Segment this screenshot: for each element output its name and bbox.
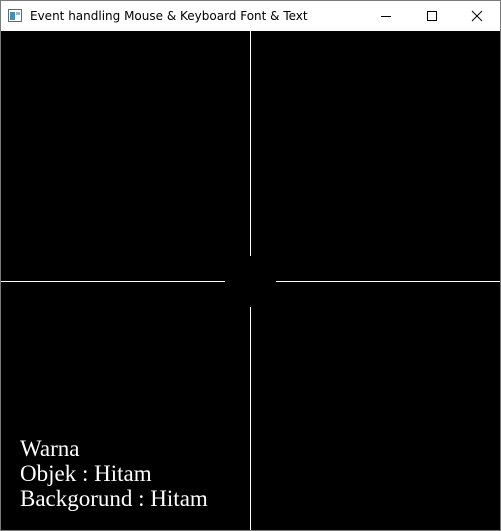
minimize-button[interactable] [363,1,409,31]
color-heading-text: Warna [20,436,80,461]
app-window-icon [8,9,22,22]
object-color-text: Objek : Hitam [20,461,152,486]
background-color-text: Backgorund : Hitam [20,486,208,511]
title-bar[interactable]: Event handling Mouse & Keyboard Font & T… [1,1,500,31]
minimize-icon [381,16,391,17]
maximize-icon [427,11,437,21]
drawing-canvas[interactable]: Warna Objek : Hitam Backgorund : Hitam [1,31,500,530]
close-icon [471,10,483,22]
close-button[interactable] [454,1,500,31]
app-window: Event handling Mouse & Keyboard Font & T… [0,0,501,531]
window-title: Event handling Mouse & Keyboard Font & T… [30,9,308,23]
maximize-button[interactable] [409,1,455,31]
